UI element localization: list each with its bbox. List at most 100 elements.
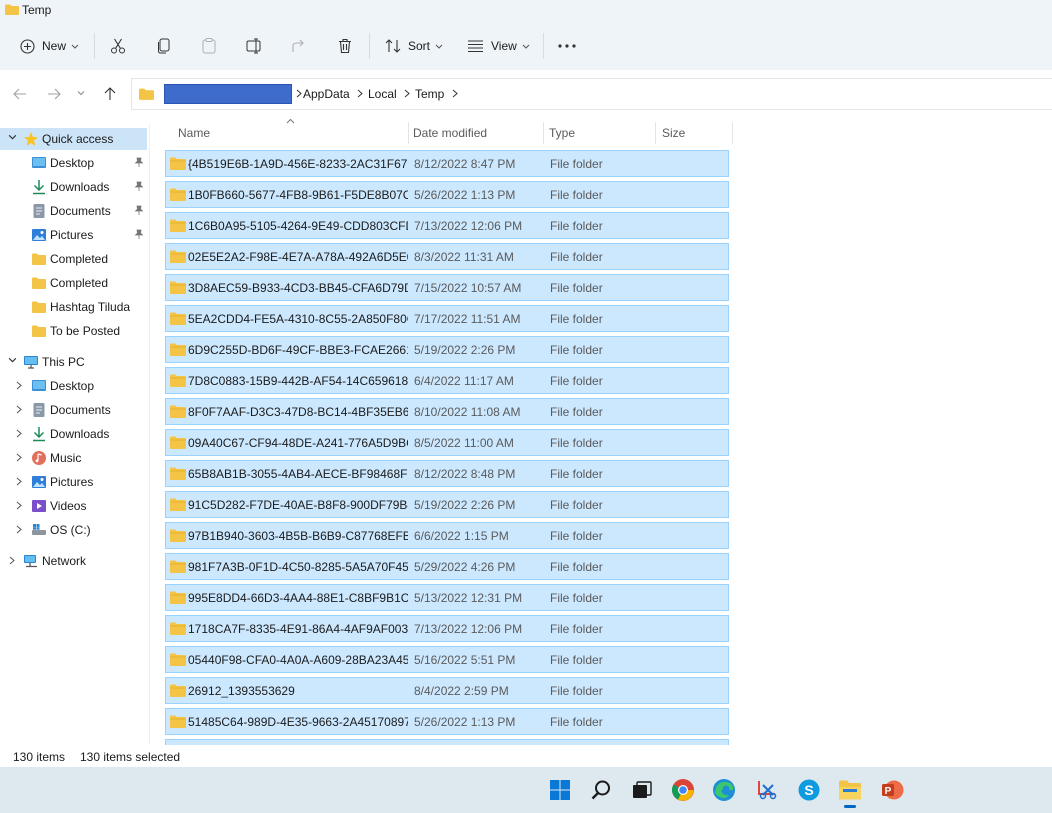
share-button[interactable]: [291, 31, 307, 61]
chevron-right-icon[interactable]: [16, 405, 22, 414]
column-header-size[interactable]: Size: [662, 118, 685, 146]
chevron-right-icon[interactable]: [404, 89, 410, 98]
file-row[interactable]: 09A40C67-CF94-48DE-A241-776A5D9BC... 8/5/…: [165, 429, 729, 456]
folder-icon: [170, 405, 186, 418]
sidebar-item-label: Network: [42, 554, 87, 568]
sidebar-item-pc-pictures[interactable]: Pictures: [0, 471, 147, 493]
breadcrumb-appdata[interactable]: AppData: [303, 87, 350, 101]
column-divider[interactable]: [543, 122, 544, 144]
task-view-button[interactable]: [627, 775, 657, 805]
breadcrumb-local[interactable]: Local: [368, 87, 397, 101]
file-row[interactable]: 1B0FB660-5677-4FB8-9B61-F5DE8B07C4... 5/2…: [165, 181, 729, 208]
start-button[interactable]: [545, 775, 575, 805]
svg-text:P: P: [885, 786, 892, 797]
title-bar: Temp: [0, 0, 1052, 22]
column-divider[interactable]: [408, 122, 409, 144]
file-row[interactable]: 981F7A3B-0F1D-4C50-8285-5A5A70F45... 5/29…: [165, 553, 729, 580]
sidebar-item-pictures[interactable]: Pictures: [0, 224, 147, 246]
file-row[interactable]: 02E5E2A2-F98E-4E7A-A78A-492A6D5E0... 8/3/…: [165, 243, 729, 270]
sidebar-item-pc-downloads[interactable]: Downloads: [0, 423, 147, 445]
forward-icon[interactable]: [46, 86, 62, 102]
column-divider[interactable]: [655, 122, 656, 144]
chevron-down-icon[interactable]: [8, 357, 17, 363]
sidebar-item-desktop[interactable]: Desktop: [0, 152, 147, 174]
chevron-right-icon[interactable]: [9, 556, 15, 565]
paste-button[interactable]: [201, 31, 217, 61]
sidebar-item-os-drive[interactable]: OS (C:): [0, 519, 147, 541]
chevron-down-icon[interactable]: [8, 134, 17, 140]
sidebar-item-pc-music[interactable]: Music: [0, 447, 147, 469]
sidebar-item-label: Pictures: [50, 228, 94, 242]
chrome-button[interactable]: [668, 775, 698, 805]
chevron-right-icon[interactable]: [16, 525, 22, 534]
column-header-name[interactable]: Name: [178, 118, 210, 146]
file-name: 981F7A3B-0F1D-4C50-8285-5A5A70F45...: [188, 560, 408, 574]
sidebar-item-hashtag-tiluda[interactable]: Hashtag Tiluda: [0, 296, 147, 318]
chevron-right-icon[interactable]: [16, 453, 22, 462]
file-explorer-button[interactable]: [835, 775, 865, 808]
sidebar-item-label: Hashtag Tiluda: [50, 300, 131, 314]
sidebar-item-pc-desktop[interactable]: Desktop: [0, 375, 147, 397]
file-row[interactable]: 6D9C255D-BD6F-49CF-BBE3-FCAE2661B... 5/19…: [165, 336, 729, 363]
file-name: 1B0FB660-5677-4FB8-9B61-F5DE8B07C4...: [188, 188, 408, 202]
file-row[interactable]: 7D8C0883-15B9-442B-AF54-14C6596185... 6/4…: [165, 367, 729, 394]
file-row[interactable]: 97B1B940-3603-4B5B-B6B9-C87768EFBA... 6/6…: [165, 522, 729, 549]
sidebar-item-quick-access[interactable]: Quick access: [0, 128, 147, 150]
sidebar-item-label: Documents: [50, 403, 111, 417]
sidebar-item-documents[interactable]: Documents: [0, 200, 147, 222]
sidebar-item-downloads[interactable]: Downloads: [0, 176, 147, 198]
chevron-right-icon[interactable]: [357, 89, 363, 98]
view-button[interactable]: View: [467, 31, 530, 61]
breadcrumb-temp[interactable]: Temp: [415, 87, 444, 101]
chevron-right-icon[interactable]: [16, 477, 22, 486]
column-header-type[interactable]: Type: [549, 118, 575, 146]
chevron-right-icon[interactable]: [452, 89, 458, 98]
skype-button[interactable]: S: [794, 775, 824, 805]
chevron-right-icon[interactable]: [16, 429, 22, 438]
file-row[interactable]: {4B519E6B-1A9D-456E-8233-2AC31F67C... 8/1…: [165, 150, 729, 177]
search-button[interactable]: [586, 775, 616, 805]
file-row[interactable]: 995E8DD4-66D3-4AA4-88E1-C8BF9B1C8... 5/13…: [165, 584, 729, 611]
drive-icon: [32, 524, 46, 535]
sidebar-item-this-pc[interactable]: This PC: [0, 351, 147, 373]
rename-button[interactable]: [246, 31, 264, 61]
delete-button[interactable]: [337, 31, 353, 61]
recent-locations-icon[interactable]: [77, 90, 85, 96]
file-row[interactable]: 05440F98-CFA0-4A0A-A609-28BA23A45... 5/16…: [165, 646, 729, 673]
file-row[interactable]: 8F0F7AAF-D3C3-47D8-BC14-4BF35EB60... 8/10…: [165, 398, 729, 425]
edge-button[interactable]: [709, 775, 739, 805]
chevron-right-icon[interactable]: [16, 501, 22, 510]
file-row[interactable]: 65B8AB1B-3055-4AB4-AECE-BF98468FF0... 8/1…: [165, 460, 729, 487]
address-bar[interactable]: AppData Local Temp: [131, 78, 1052, 110]
more-options-button[interactable]: [558, 31, 576, 61]
column-divider[interactable]: [732, 122, 733, 144]
new-button[interactable]: New: [20, 31, 79, 61]
file-row[interactable]: 3D8AEC59-B933-4CD3-BB45-CFA6D79D... 7/15/…: [165, 274, 729, 301]
copy-button[interactable]: [156, 31, 172, 61]
sidebar-item-to-be-posted[interactable]: To be Posted: [0, 320, 147, 342]
file-row[interactable]: 5EA2CDD4-FE5A-4310-8C55-2A850F80C... 7/17…: [165, 305, 729, 332]
file-row[interactable]: 91C5D282-F7DE-40AE-B8F8-900DF79B4... 5/19…: [165, 491, 729, 518]
cut-button[interactable]: [110, 31, 126, 61]
sidebar-item-pc-documents[interactable]: Documents: [0, 399, 147, 421]
sidebar-item-pc-videos[interactable]: Videos: [0, 495, 147, 517]
copy-icon: [158, 38, 170, 54]
file-row[interactable]: 1C6B0A95-5105-4264-9E49-CDD803CFD... 7/13…: [165, 212, 729, 239]
snipping-tool-button[interactable]: [752, 775, 782, 805]
file-row[interactable]: 51485C64-989D-4E35-9663-2A45170897... 5/2…: [165, 708, 729, 735]
file-name: 995E8DD4-66D3-4AA4-88E1-C8BF9B1C8...: [188, 591, 408, 605]
up-icon[interactable]: [102, 86, 118, 102]
column-header-date-modified[interactable]: Date modified: [413, 118, 487, 146]
back-icon[interactable]: [12, 86, 28, 102]
sidebar-item-completed[interactable]: Completed: [0, 248, 147, 270]
sidebar-item-network[interactable]: Network: [0, 550, 147, 572]
sort-button[interactable]: Sort: [385, 31, 443, 61]
chevron-right-icon[interactable]: [296, 89, 302, 98]
file-row[interactable]: 1718CA7F-8335-4E91-86A4-4AF9AF0036... 7/1…: [165, 615, 729, 642]
file-row[interactable]: 26912_1393553629 8/4/2022 2:59 PM File fol…: [165, 677, 729, 704]
chevron-right-icon[interactable]: [16, 381, 22, 390]
sidebar-item-label: Desktop: [50, 379, 95, 393]
powerpoint-button[interactable]: P: [877, 775, 907, 805]
sidebar-item-label: Pictures: [50, 475, 94, 489]
sidebar-item-completed-2[interactable]: Completed: [0, 272, 147, 294]
